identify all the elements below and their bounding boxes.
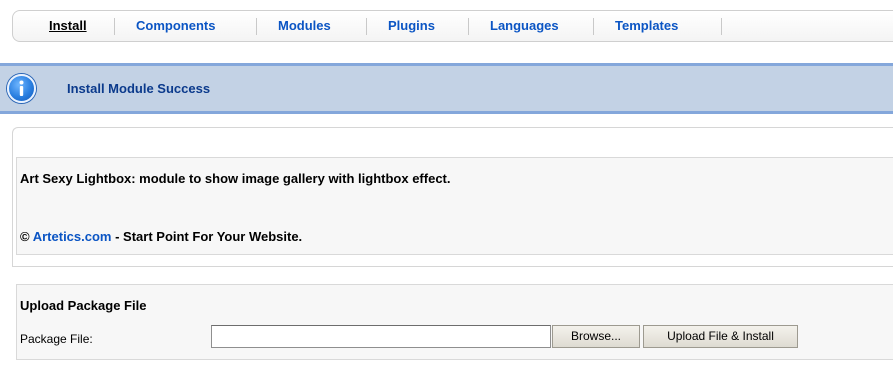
tab-plugins[interactable]: Plugins (370, 11, 453, 41)
copyright-symbol: © (20, 229, 30, 244)
tab-separator (468, 18, 469, 35)
tab-bar: Install Components Modules Plugins Langu… (12, 10, 893, 42)
copyright-suffix: - Start Point For Your Website. (111, 229, 303, 244)
module-description: Art Sexy Lightbox: module to show image … (20, 171, 451, 186)
system-message: Install Module Success (0, 63, 893, 114)
tab-separator (256, 18, 257, 35)
tab-modules[interactable]: Modules (260, 11, 349, 41)
tab-separator (366, 18, 367, 35)
upload-title: Upload Package File (20, 298, 147, 313)
tab-separator (593, 18, 594, 35)
copyright-line: © Artetics.com - Start Point For Your We… (20, 229, 302, 244)
package-file-input[interactable] (211, 325, 551, 348)
upload-install-button[interactable]: Upload File & Install (643, 325, 798, 348)
tab-install[interactable]: Install (31, 11, 105, 41)
info-icon (7, 74, 36, 103)
tab-separator (114, 18, 115, 35)
tab-separator (721, 18, 722, 35)
artetics-link[interactable]: Artetics.com (33, 229, 112, 244)
message-text: Install Module Success (67, 81, 211, 96)
package-file-label: Package File: (20, 332, 93, 346)
upload-section (16, 284, 893, 360)
browse-button[interactable]: Browse... (552, 325, 640, 348)
tab-languages[interactable]: Languages (472, 11, 577, 41)
tab-templates[interactable]: Templates (597, 11, 696, 41)
tab-components[interactable]: Components (118, 11, 233, 41)
